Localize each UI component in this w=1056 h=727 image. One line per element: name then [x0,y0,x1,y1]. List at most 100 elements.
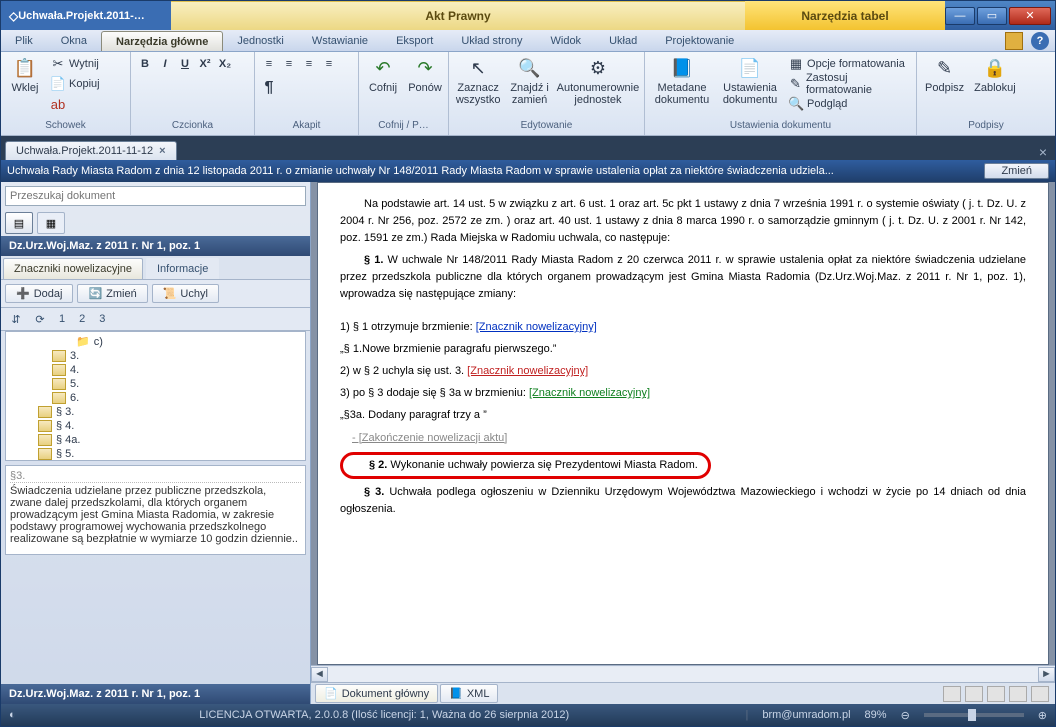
lock-button[interactable]: 🔒Zablokuj [970,54,1020,96]
tree-item[interactable]: 📁c) [8,334,303,349]
search-icon: 🔍 [518,56,542,80]
tb-sort-icon[interactable]: ⇵ [7,310,25,328]
marker-link-3[interactable]: [Znacznik nowelizacyjny] [529,387,650,399]
menu-plik[interactable]: Plik [1,30,47,51]
bicon-5[interactable] [1031,686,1049,702]
tree-item[interactable]: § 4a. [8,433,303,447]
maximize-button[interactable]: ▭ [977,7,1007,25]
tree-item[interactable]: 3. [8,349,303,363]
preview-button[interactable]: 🔍Podgląd [785,94,912,114]
menu-widok[interactable]: Widok [537,30,596,51]
zoom-slider[interactable] [924,713,1024,717]
tree-item[interactable]: 4. [8,363,303,377]
redo-button[interactable]: ↷Ponów [405,54,445,96]
infobar: Uchwała Rady Miasta Radom z dnia 12 list… [1,160,1055,182]
menu-narzedzia-glowne[interactable]: Narzędzia główne [101,31,223,51]
bold-button[interactable]: B [135,54,155,74]
book-icon: 📘 [670,56,694,80]
bicon-4[interactable] [1009,686,1027,702]
panel-header-1[interactable]: Dz.Urz.Woj.Maz. z 2011 r. Nr 1, poz. 1 [1,236,310,256]
select-all-button[interactable]: ↖Zaznacz wszystko [453,54,503,108]
structure-tree[interactable]: 📁c) 3. 4. 5. 6. § 3. § 4. § 4a. § 5. [5,331,306,461]
view-list-button[interactable]: ▤ [5,212,33,234]
status-app-icon[interactable]: ◐ [9,709,23,721]
zoom-in-button[interactable]: ⊕ [1038,709,1047,722]
align-center-button[interactable]: ≡ [279,54,299,74]
menu-eksport[interactable]: Eksport [382,30,447,51]
page-2[interactable]: 2 [75,313,89,325]
paste-button[interactable]: 📋Wklej [5,54,45,96]
change-side-button[interactable]: 🔄Zmień [77,284,147,303]
page-3[interactable]: 3 [95,313,109,325]
menu-wstawianie[interactable]: Wstawianie [298,30,382,51]
superscript-button[interactable]: X² [195,54,215,74]
align-left-button[interactable]: ≡ [259,54,279,74]
align-justify-button[interactable]: ≡ [319,54,339,74]
page-1[interactable]: 1 [55,313,69,325]
search-input[interactable] [5,186,306,206]
italic-button[interactable]: I [155,54,175,74]
subtab-informacje[interactable]: Informacje [146,258,219,279]
tree-item[interactable]: 6. [8,391,303,405]
minimize-button[interactable]: — [945,7,975,25]
menu-jednostki[interactable]: Jednostki [223,30,297,51]
change-button[interactable]: Zmień [984,163,1049,179]
document-area: Na podstawie art. 14 ust. 5 w związku z … [311,182,1055,704]
close-all-tabs[interactable]: × [1031,144,1055,160]
find-replace-button[interactable]: 🔍Znajdź i zamień [505,54,554,108]
autonum-button[interactable]: ⚙Autonumerownie jednostek [556,54,640,108]
tab-xml[interactable]: 📘XML [440,684,498,703]
tree-item[interactable]: § 5. [8,447,303,461]
subscript-button[interactable]: X₂ [215,54,235,74]
underline-button[interactable]: U [175,54,195,74]
fmt-opts-button[interactable]: ▦Opcje formatowania [785,54,912,74]
tab-close-icon[interactable]: × [159,145,165,157]
view-detail-button[interactable]: ▦ [37,212,65,234]
document-page[interactable]: Na podstawie art. 14 ust. 5 w związku z … [317,182,1049,665]
scroll-right-icon[interactable]: ► [1038,667,1055,682]
add-button[interactable]: ➕Dodaj [5,284,73,303]
menu-okna[interactable]: Okna [47,30,101,51]
menu-projektowanie[interactable]: Projektowanie [651,30,748,51]
marker-link-1[interactable]: [Znacznik nowelizacyjny] [476,321,597,333]
group-ustawienia-label: Ustawienia dokumentu [649,120,912,135]
zoom-out-button[interactable]: ⊖ [901,709,910,722]
align-right-button[interactable]: ≡ [299,54,319,74]
note-text: Świadczenia udzielane przez publiczne pr… [10,485,301,545]
quote-2: „§3a. Dodany paragraf trzy a ” [340,407,1026,424]
menu-uklad[interactable]: Układ [595,30,651,51]
panel-header-2[interactable]: Dz.Urz.Woj.Maz. z 2011 r. Nr 1, poz. 1 [1,684,310,704]
help-icon[interactable]: ? [1031,32,1049,50]
close-button[interactable]: ✕ [1009,7,1051,25]
bicon-2[interactable] [965,686,983,702]
subtab-znaczniki[interactable]: Znaczniki nowelizacyjne [3,258,143,279]
tree-item[interactable]: § 3. [8,405,303,419]
undo-button[interactable]: ↶Cofnij [363,54,403,96]
repeal-button[interactable]: 📜Uchyl [152,284,219,303]
format-painter-button[interactable]: ab [47,94,103,114]
end-marker[interactable]: - [Zakończenie nowelizacji aktu] [340,430,1026,447]
sidebar: ▤ ▦ Dz.Urz.Woj.Maz. z 2011 r. Nr 1, poz.… [1,182,311,704]
window-style-icon[interactable] [1005,32,1023,50]
copy-button[interactable]: 📄Kopiuj [47,74,103,94]
tree-item[interactable]: 5. [8,377,303,391]
doc-tab[interactable]: Uchwała.Projekt.2011-11-12 × [5,141,177,160]
pilcrow-button[interactable]: ¶ [259,78,279,98]
bicon-1[interactable] [943,686,961,702]
menu-uklad-strony[interactable]: Układ strony [447,30,536,51]
scroll-left-icon[interactable]: ◄ [311,667,328,682]
h-scrollbar[interactable]: ◄ ► [311,665,1055,682]
tree-item[interactable]: § 4. [8,419,303,433]
tab-main-doc[interactable]: 📄Dokument główny [315,684,438,703]
bicon-3[interactable] [987,686,1005,702]
titlebar: ◇ Uchwała.Projekt.2011-… Akt Prawny Narz… [1,1,1055,30]
tb-refresh-icon[interactable]: ⟳ [31,310,49,328]
doc-meta-button[interactable]: 📘Metadane dokumentu [649,54,715,108]
plus-icon: ➕ [16,287,30,300]
sign-button[interactable]: ✎Podpisz [921,54,968,96]
doc-settings-button[interactable]: 📄Ustawienia dokumentu [717,54,783,108]
apply-fmt-button[interactable]: ✎Zastosuj formatowanie [785,74,912,94]
cut-button[interactable]: ✂Wytnij [47,54,103,74]
para-s1: § 1. W uchwale Nr 148/2011 Rady Miasta R… [340,252,1026,303]
marker-link-2[interactable]: [Znacznik nowelizacyjny] [467,365,588,377]
